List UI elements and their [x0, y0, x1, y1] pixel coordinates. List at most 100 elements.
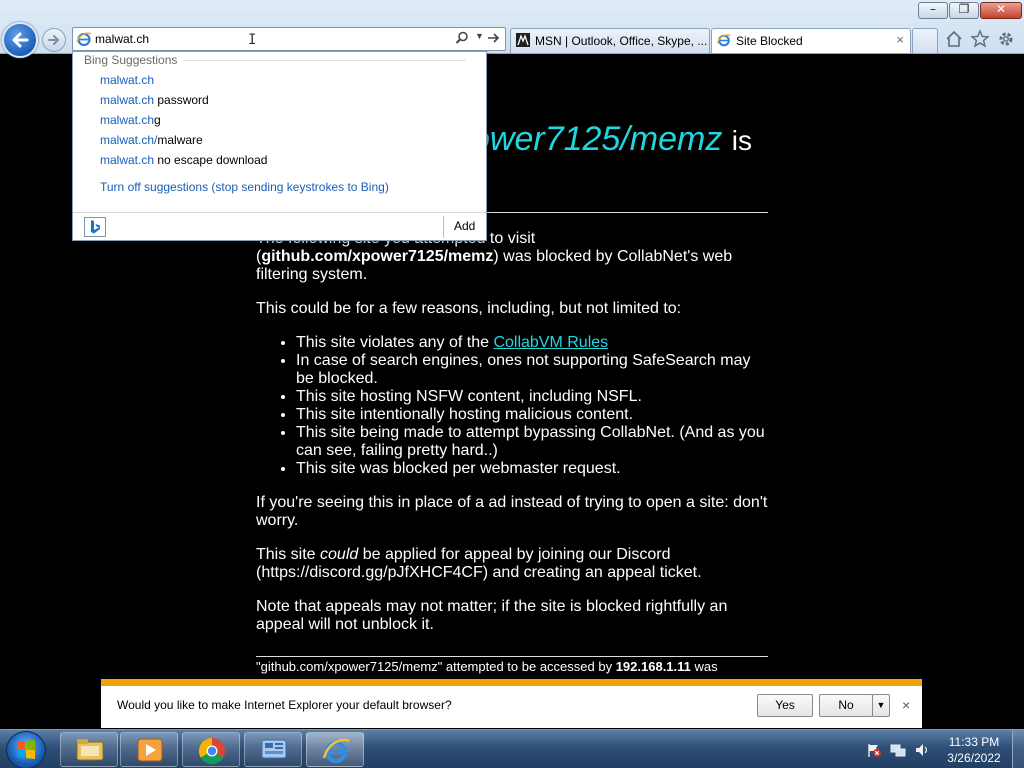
clock-date: 3/26/2022 [947, 751, 1001, 765]
new-tab-button[interactable] [912, 28, 938, 53]
msn-favicon-icon [516, 33, 530, 47]
taskbar-control-panel[interactable] [244, 732, 302, 767]
reason-rules-text: This site violates any of the [296, 334, 494, 351]
no-button[interactable]: No [819, 694, 873, 717]
default-browser-notification: Would you like to make Internet Explorer… [101, 679, 922, 728]
suggestion-match: malwat.ch [100, 153, 155, 167]
divider-bottom [256, 656, 768, 657]
restore-icon: ❐ [958, 2, 970, 16]
yes-button[interactable]: Yes [757, 694, 813, 717]
chrome-icon [198, 737, 225, 765]
tab-close-icon[interactable]: × [896, 32, 904, 47]
close-icon: ✕ [995, 2, 1007, 16]
volume-icon[interactable] [914, 742, 930, 758]
suggestion-item[interactable]: malwat.chg [100, 113, 161, 127]
show-desktop-button[interactable] [1012, 730, 1024, 768]
bing-icon [91, 220, 100, 234]
minimize-button[interactable]: – [918, 2, 948, 19]
ie-favicon-icon [717, 34, 731, 47]
ie-page-icon [76, 32, 92, 47]
dropdown-arrow-icon: ▼ [876, 700, 886, 710]
start-button[interactable] [6, 731, 46, 768]
heading-fragment: ower7125/memz [471, 120, 723, 158]
taskbar-internet-explorer[interactable] [306, 732, 364, 767]
footer-divider [443, 216, 444, 238]
back-button[interactable] [2, 22, 38, 58]
clock-time: 11:33 PM [948, 735, 1000, 749]
appeal-note: Note that appeals may not matter; if the… [256, 598, 728, 633]
header-divider [183, 60, 466, 61]
no-dropdown-button[interactable]: ▼ [872, 694, 890, 717]
internet-explorer-icon [322, 738, 350, 763]
add-provider-button[interactable]: Add [454, 219, 475, 233]
desktop: – ❐ ✕ I ▼ MSN | Outlook, Office, Skype, … [0, 0, 1024, 768]
footer-post: was [690, 659, 718, 674]
footer-ip: 192.168.1.11 [615, 659, 691, 674]
list-item: This site being made to attempt bypassin… [296, 424, 768, 460]
list-item: This site intentionally hosting maliciou… [296, 406, 768, 424]
suggestion-item[interactable]: malwat.ch/malware [100, 133, 203, 147]
action-center-flag-icon[interactable] [866, 742, 882, 758]
close-window-button[interactable]: ✕ [980, 2, 1022, 19]
heading-is: is [731, 125, 753, 156]
go-arrow-icon[interactable] [487, 31, 501, 45]
list-item: This site violates any of the CollabVM R… [296, 334, 768, 352]
suggestion-match: malwat.ch [100, 73, 155, 87]
forward-arrow-icon [48, 35, 59, 45]
taskbar-chrome[interactable] [182, 732, 240, 767]
taskbar-explorer[interactable] [60, 732, 118, 767]
reasons-list: This site violates any of the CollabVM R… [296, 334, 768, 478]
system-clock[interactable]: 11:33 PM 3/26/2022 [944, 734, 1004, 766]
tab-site-blocked[interactable]: Site Blocked × [711, 28, 911, 53]
windows-logo-icon [17, 740, 35, 759]
appeal-could: could [320, 546, 359, 563]
notification-close-icon[interactable]: × [902, 697, 910, 713]
window-controls: – ❐ ✕ [918, 2, 1022, 19]
bing-provider-button[interactable] [84, 217, 106, 237]
turn-off-suggestions-link[interactable]: Turn off suggestions (stop sending keyst… [100, 180, 389, 194]
address-bar[interactable]: I ▼ [72, 27, 506, 51]
media-player-icon [137, 738, 163, 762]
tab-title: MSN | Outlook, Office, Skype, ... [535, 34, 708, 48]
ad-note: If you're seeing this in place of a ad i… [256, 494, 768, 529]
suggestion-match: malwat.ch [100, 93, 155, 107]
suggestion-rest: malware [157, 133, 203, 147]
footer-pre: "github.com/xpower7125/memz" attempted t… [256, 659, 616, 674]
list-item: This site was blocked per webmaster requ… [296, 460, 768, 478]
tab-title: Site Blocked [736, 34, 803, 48]
forward-button[interactable] [42, 28, 66, 52]
suggestion-item[interactable]: malwat.ch [100, 73, 154, 87]
command-icons [944, 29, 1016, 49]
suggestion-rest: password [154, 93, 209, 107]
favorites-star-icon[interactable] [970, 29, 990, 49]
suggestion-item[interactable]: malwat.ch no escape download [100, 153, 267, 167]
folder-icon [76, 739, 104, 761]
address-input[interactable] [95, 31, 445, 47]
access-footer: "github.com/xpower7125/memz" attempted t… [256, 659, 768, 675]
dropdown-arrow-icon[interactable]: ▼ [475, 31, 484, 41]
text-cursor-icon: I [248, 32, 257, 48]
appeal-text: This site could be applied for appeal by… [256, 546, 768, 582]
blocked-message: The following site you attempted to visi… [256, 230, 768, 650]
list-item: This site hosting NSFW content, includin… [296, 388, 768, 406]
taskbar-media-player[interactable] [120, 732, 178, 767]
suggestion-item[interactable]: malwat.ch password [100, 93, 209, 107]
suggestion-match: malwat.ch [100, 113, 155, 127]
browser-chrome: – ❐ ✕ I ▼ MSN | Outlook, Office, Skype, … [0, 0, 1024, 58]
suggestion-match: malwat.ch/ [100, 133, 158, 147]
search-icon[interactable] [455, 31, 469, 45]
restore-button[interactable]: ❐ [949, 2, 979, 19]
collabvm-rules-link[interactable]: CollabVM Rules [493, 334, 608, 351]
suggestions-header: Bing Suggestions [84, 53, 178, 67]
list-item: In case of search engines, ones not supp… [296, 352, 768, 388]
tools-gear-icon[interactable] [996, 29, 1016, 49]
notification-message: Would you like to make Internet Explorer… [117, 698, 452, 712]
tab-msn[interactable]: MSN | Outlook, Office, Skype, ... [510, 28, 710, 53]
suggestion-rest: no escape download [154, 153, 268, 167]
address-suggestions-dropdown: Bing Suggestions malwat.ch malwat.ch pas… [72, 51, 487, 241]
network-icon[interactable] [890, 742, 906, 758]
blocked-url: github.com/xpower7125/memz [261, 248, 494, 265]
taskbar: 11:33 PM 3/26/2022 [0, 729, 1024, 768]
home-icon[interactable] [944, 29, 964, 49]
control-panel-icon [261, 739, 287, 759]
